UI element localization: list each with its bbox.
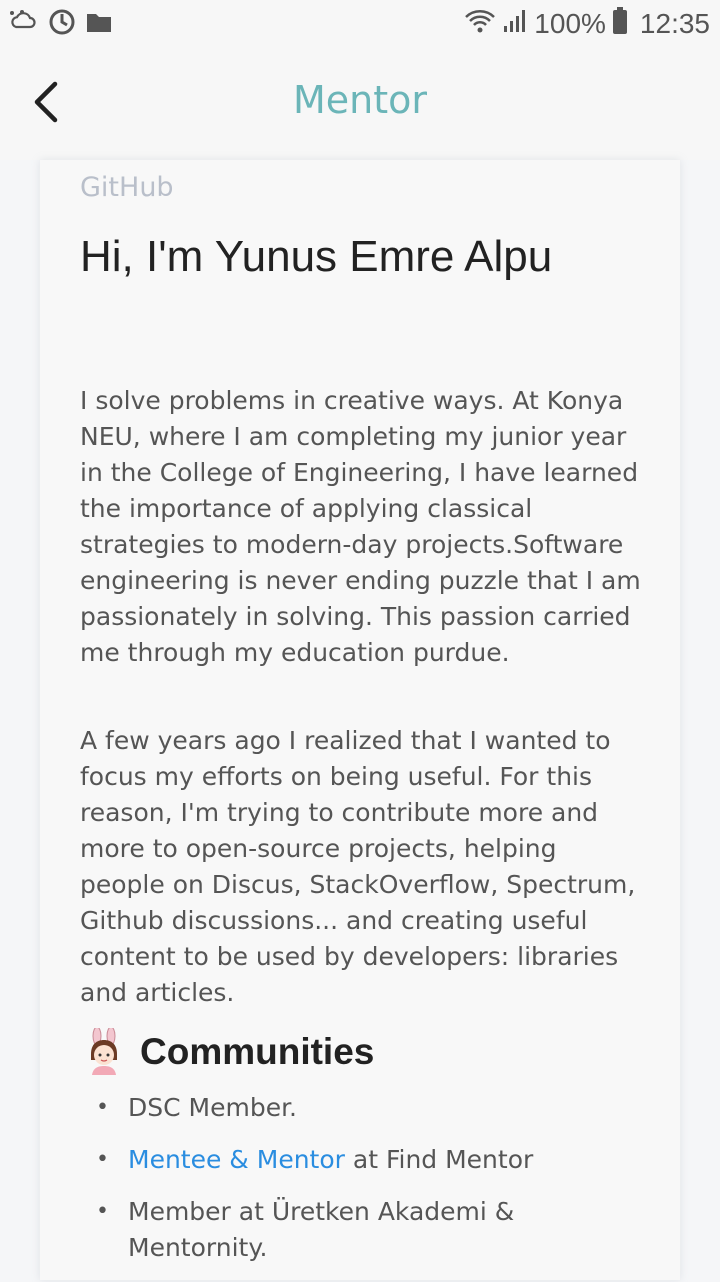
battery-icon	[612, 6, 628, 42]
notification-icons	[8, 8, 112, 41]
mentee-mentor-link[interactable]: Mentee & Mentor	[128, 1145, 345, 1174]
communities-heading: Communities	[86, 1026, 375, 1076]
list-item: • DSC Member.	[96, 1090, 656, 1126]
list-item-text: at Find Mentor	[344, 1145, 534, 1174]
wifi-icon	[464, 8, 496, 41]
cloud-sync-icon	[8, 9, 38, 40]
bio-paragraph: I solve problems in creative ways. At Ko…	[80, 386, 641, 667]
sync-icon	[48, 8, 76, 41]
list-item: • Mentee & Mentor at Find Mentor	[96, 1142, 656, 1178]
bullet: •	[96, 1199, 109, 1224]
list-item-text: DSC Member.	[128, 1093, 298, 1122]
communities-list: • DSC Member. • Mentee & Mentor at Find …	[96, 1090, 656, 1282]
profile-heading: Hi, I'm Yunus Emre Alpu	[80, 232, 553, 281]
bunny-girl-emoji-icon	[86, 1026, 122, 1076]
battery-percent: 100%	[534, 8, 606, 39]
status-bar: 100% 12:35	[0, 0, 720, 48]
bullet: •	[96, 1147, 109, 1172]
clock: 12:35	[639, 8, 710, 39]
bullet: •	[96, 1095, 109, 1120]
app-bar: Mentor	[0, 48, 720, 160]
source-label: GitHub	[80, 172, 174, 203]
communities-title: Communities	[140, 1031, 375, 1072]
system-status: 100% 12:35	[464, 6, 710, 42]
folder-icon	[86, 11, 112, 38]
list-item-text: Member at Üretken Akademi & Mentornity.	[128, 1197, 515, 1262]
list-item: • Member at Üretken Akademi & Mentornity…	[96, 1194, 656, 1266]
bio-paragraph: A few years ago I realized that I wanted…	[80, 726, 636, 1007]
signal-icon	[502, 8, 528, 41]
page-title: Mentor	[292, 78, 428, 122]
